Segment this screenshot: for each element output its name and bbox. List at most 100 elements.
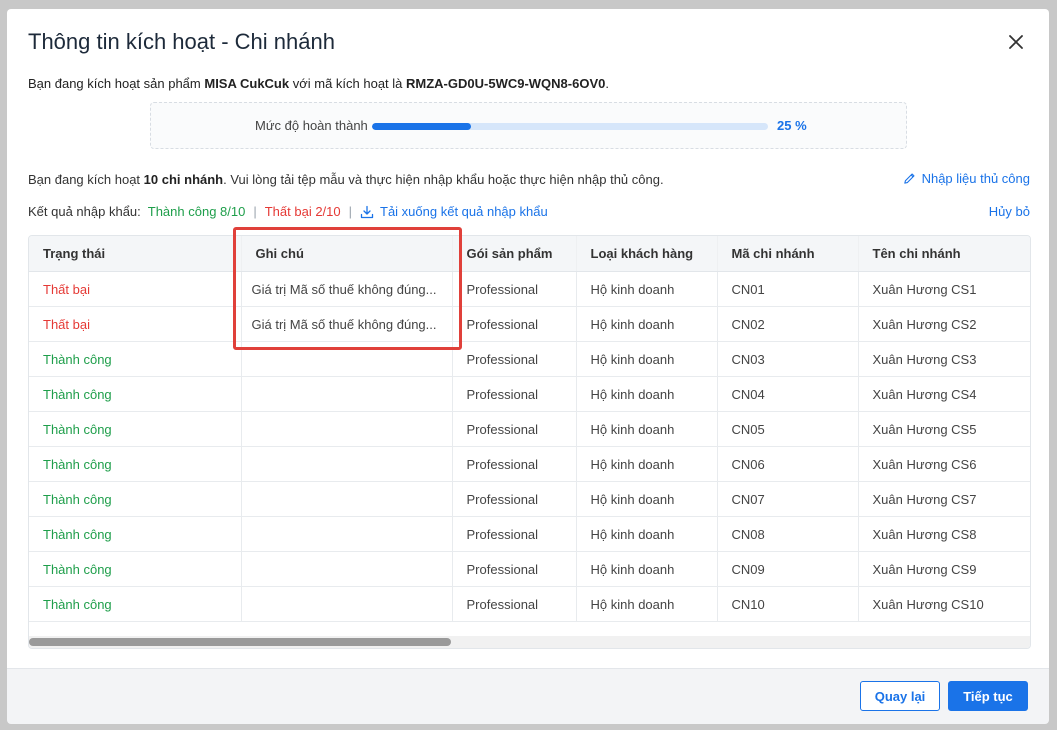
table-row[interactable]: Thành công Professional Hộ kinh doanh CN05 X… (29, 411, 1030, 447)
column-header-branch-name[interactable]: Tên chi nhánh (858, 236, 1030, 272)
download-icon (360, 205, 374, 218)
manual-entry-label: Nhập liệu thủ công (921, 171, 1030, 186)
branch-code-cell: CN08 (717, 516, 859, 552)
branch-code-cell: CN06 (717, 446, 859, 482)
note-cell (241, 376, 453, 412)
back-button[interactable]: Quay lại (860, 681, 940, 711)
separator: | (253, 204, 257, 219)
note-cell (241, 516, 453, 552)
note-cell (241, 411, 453, 447)
table-header-row: Trạng thái Ghi chú Gói sản phẩm Loại khá… (29, 236, 1030, 272)
manual-entry-link[interactable]: Nhập liệu thủ công (903, 171, 1030, 186)
status-cell: Thất bại (29, 271, 242, 307)
fail-count: Thất bại 2/10 (264, 204, 341, 219)
continue-button[interactable]: Tiếp tục (948, 681, 1028, 711)
column-header-branch-code[interactable]: Mã chi nhánh (717, 236, 859, 272)
branch-code-cell: CN05 (717, 411, 859, 447)
progress-box: Mức độ hoàn thành 25 % (150, 102, 907, 149)
package-cell: Professional (452, 586, 577, 622)
note-cell (241, 341, 453, 377)
package-cell: Professional (452, 481, 577, 517)
status-cell: Thành công (29, 376, 242, 412)
customer-type-cell: Hộ kinh doanh (576, 411, 718, 447)
column-header-status[interactable]: Trạng thái (29, 236, 242, 272)
package-cell: Professional (452, 376, 577, 412)
customer-type-cell: Hộ kinh doanh (576, 271, 718, 307)
table-row[interactable]: Thành công Professional Hộ kinh doanh CN10 X… (29, 586, 1030, 622)
status-cell: Thành công (29, 516, 242, 552)
table-row[interactable]: Thành công Professional Hộ kinh doanh CN07 X… (29, 481, 1030, 517)
branch-code-cell: CN01 (717, 271, 859, 307)
customer-type-cell: Hộ kinh doanh (576, 376, 718, 412)
branch-name-cell: Xuân Hương CS9 (858, 551, 1030, 587)
branch-code-cell: CN10 (717, 586, 859, 622)
status-cell: Thất bại (29, 306, 242, 342)
result-label: Kết quả nhập khẩu: (28, 204, 141, 219)
branch-name-cell: Xuân Hương CS5 (858, 411, 1030, 447)
progress-value: 25 % (777, 118, 807, 133)
cancel-link[interactable]: Hủy bỏ (989, 204, 1030, 219)
intro-suffix: . (605, 76, 609, 91)
package-cell: Professional (452, 446, 577, 482)
scrollbar-thumb[interactable] (29, 638, 451, 646)
info-suffix: . Vui lòng tải tệp mẫu và thực hiện nhập… (223, 172, 664, 187)
status-cell: Thành công (29, 481, 242, 517)
activation-dialog: Thông tin kích hoạt - Chi nhánh Bạn đang… (7, 9, 1049, 724)
close-button[interactable] (1005, 31, 1027, 53)
branch-name-cell: Xuân Hương CS10 (858, 586, 1030, 622)
branch-code-cell: CN02 (717, 306, 859, 342)
table-row[interactable]: Thành công Professional Hộ kinh doanh CN08 X… (29, 516, 1030, 552)
product-name: MISA CukCuk (204, 76, 290, 91)
customer-type-cell: Hộ kinh doanh (576, 586, 718, 622)
branch-count: 10 chi nhánh (143, 172, 224, 187)
status-cell: Thành công (29, 551, 242, 587)
table-row[interactable]: Thành công Professional Hộ kinh doanh CN03 X… (29, 341, 1030, 377)
progress-bar (372, 123, 768, 130)
note-cell: Giá trị Mã số thuế không đúng... (241, 271, 453, 307)
branch-code-cell: CN03 (717, 341, 859, 377)
status-cell: Thành công (29, 586, 242, 622)
customer-type-cell: Hộ kinh doanh (576, 446, 718, 482)
column-header-customer-type[interactable]: Loại khách hàng (576, 236, 718, 272)
success-count: Thành công 8/10 (147, 204, 246, 219)
pencil-icon (903, 173, 915, 184)
table-row[interactable]: Thất bại Giá trị Mã số thuế không đúng...… (29, 271, 1030, 307)
customer-type-cell: Hộ kinh doanh (576, 306, 718, 342)
dialog-title: Thông tin kích hoạt - Chi nhánh (28, 29, 335, 54)
branch-code-cell: CN07 (717, 481, 859, 517)
customer-type-cell: Hộ kinh doanh (576, 341, 718, 377)
branch-code-cell: CN04 (717, 376, 859, 412)
branch-name-cell: Xuân Hương CS7 (858, 481, 1030, 517)
horizontal-scrollbar[interactable] (29, 636, 1030, 648)
column-header-package[interactable]: Gói sản phẩm (452, 236, 577, 272)
download-result-link[interactable]: Tải xuống kết quả nhập khẩu (360, 204, 548, 219)
close-icon (1009, 35, 1023, 49)
customer-type-cell: Hộ kinh doanh (576, 481, 718, 517)
package-cell: Professional (452, 551, 577, 587)
note-cell (241, 551, 453, 587)
table-row[interactable]: Thất bại Giá trị Mã số thuế không đúng...… (29, 306, 1030, 342)
activation-code: RMZA-GD0U-5WC9-WQN8-6OV0 (406, 76, 606, 91)
separator: | (348, 204, 353, 219)
table-row[interactable]: Thành công Professional Hộ kinh doanh CN04 X… (29, 376, 1030, 412)
status-cell: Thành công (29, 446, 242, 482)
customer-type-cell: Hộ kinh doanh (576, 516, 718, 552)
branch-table: Trạng thái Ghi chú Gói sản phẩm Loại khá… (28, 235, 1031, 649)
branch-name-cell: Xuân Hương CS1 (858, 271, 1030, 307)
info-prefix: Bạn đang kích hoạt (28, 172, 144, 187)
note-cell: Giá trị Mã số thuế không đúng... (241, 306, 453, 342)
table-row[interactable]: Thành công Professional Hộ kinh doanh CN06 X… (29, 446, 1030, 482)
intro-mid: với mã kích hoạt là (289, 76, 407, 91)
column-header-note[interactable]: Ghi chú (241, 236, 453, 272)
branch-name-cell: Xuân Hương CS8 (858, 516, 1030, 552)
info-text: Bạn đang kích hoạt 10 chi nhánh. Vui lòn… (28, 172, 664, 187)
package-cell: Professional (452, 271, 577, 307)
progress-fill (372, 123, 471, 130)
branch-name-cell: Xuân Hương CS4 (858, 376, 1030, 412)
intro-text: Bạn đang kích hoạt sản phẩm MISA CukCuk … (28, 76, 609, 91)
note-cell (241, 481, 453, 517)
table-row[interactable]: Thành công Professional Hộ kinh doanh CN09 X… (29, 551, 1030, 587)
dialog-footer: Quay lại Tiếp tục (7, 668, 1049, 724)
branch-name-cell: Xuân Hương CS6 (858, 446, 1030, 482)
status-cell: Thành công (29, 341, 242, 377)
